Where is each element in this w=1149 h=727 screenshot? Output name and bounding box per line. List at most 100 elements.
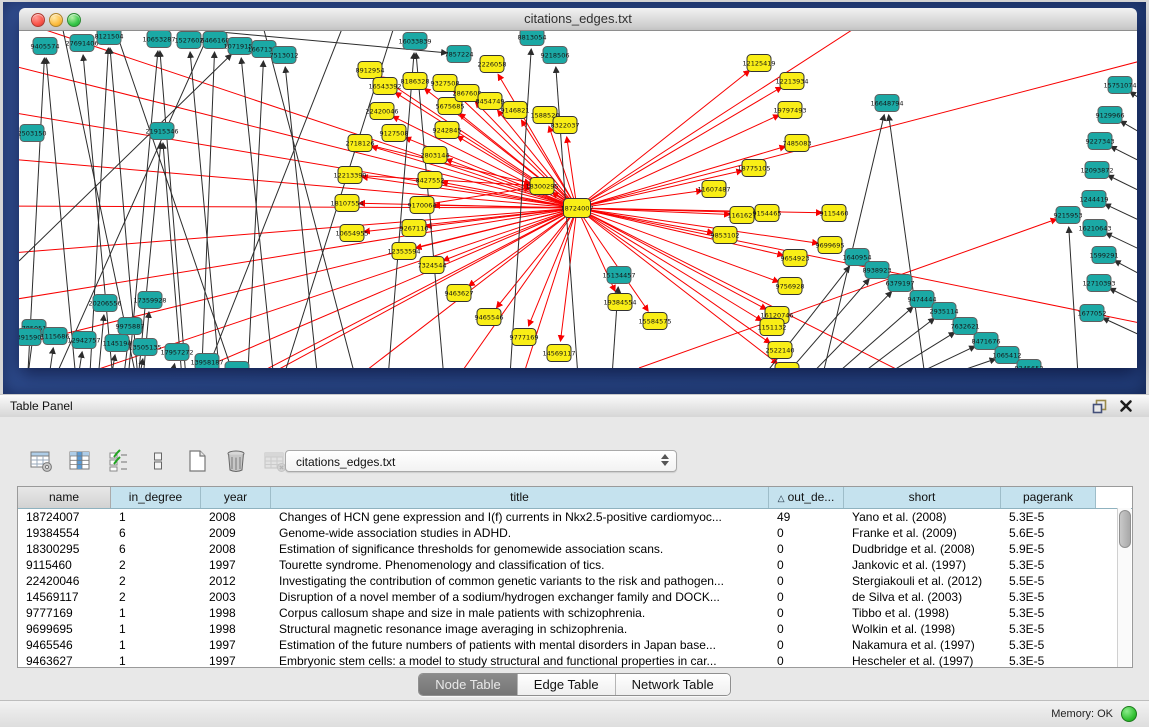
graph-node[interactable]: 1677052 — [1078, 305, 1107, 322]
graph-node[interactable]: 7632621 — [951, 318, 980, 335]
scrollbar-thumb[interactable] — [1119, 510, 1131, 548]
column-stack-icon[interactable] — [145, 448, 171, 474]
table-row[interactable]: 1938455462009Genome-wide association stu… — [18, 525, 1132, 541]
graph-node[interactable]: 12942757 — [67, 332, 100, 349]
network-canvas[interactable]: 9405574276914068121504106532871527602646… — [19, 31, 1137, 368]
column-header-short[interactable]: short — [844, 487, 1001, 508]
graph-node[interactable]: 7485083 — [783, 135, 812, 152]
graph-node[interactable]: 1115686 — [41, 328, 70, 345]
graph-node[interactable]: 13505135 — [128, 339, 161, 356]
graph-node[interactable]: 16033839 — [398, 33, 431, 50]
graph-node[interactable]: 18775105 — [737, 160, 770, 177]
graph-node[interactable]: 9170064 — [408, 197, 437, 214]
graph-node[interactable]: 9756928 — [776, 278, 805, 295]
show-columns-icon[interactable] — [67, 448, 93, 474]
graph-node[interactable]: 8938923 — [863, 262, 892, 279]
table-row[interactable]: 946554611997Estimation of the future num… — [18, 637, 1132, 653]
graph-node[interactable]: 1145194 — [103, 335, 132, 352]
graph-node[interactable]: 8471676 — [972, 333, 1001, 350]
graph-node[interactable]: 391590 — [19, 329, 41, 346]
graph-node[interactable]: 15751074 — [1103, 77, 1136, 94]
column-header-in_degree[interactable]: in_degree — [111, 487, 201, 508]
table-row[interactable]: 969969511998Structural magnetic resonanc… — [18, 621, 1132, 637]
graph-node[interactable]: 9129966 — [1096, 107, 1125, 124]
graph-node[interactable]: 9463627 — [445, 285, 474, 302]
graph-node[interactable]: 9975887 — [116, 318, 145, 335]
graph-node[interactable]: 12710393 — [1082, 275, 1115, 292]
graph-node[interactable]: 1065412 — [993, 347, 1022, 364]
graph-node[interactable]: 10653287 — [142, 31, 175, 48]
graph-node[interactable]: 1527602 — [175, 32, 204, 49]
table-row[interactable]: 1456911722003Disruption of a novel membe… — [18, 589, 1132, 605]
column-header-name[interactable]: name — [18, 487, 111, 508]
graph-node[interactable]: 21915346 — [145, 123, 178, 140]
graph-node[interactable]: 17957272 — [160, 344, 193, 361]
graph-node[interactable]: 16543392 — [368, 78, 401, 95]
graph-node[interactable]: 11607487 — [697, 181, 730, 198]
graph-node[interactable]: 12093872 — [1080, 162, 1113, 179]
graph-node[interactable]: 9115460 — [820, 205, 849, 222]
graph-node[interactable]: 7513012 — [270, 47, 299, 64]
graph-node[interactable]: 9146821 — [501, 102, 530, 119]
graph-node[interactable]: 9699695 — [816, 237, 845, 254]
graph-node[interactable]: 8813054 — [518, 31, 547, 46]
graph-node[interactable]: 9405574 — [31, 38, 60, 55]
new-table-icon[interactable] — [184, 448, 210, 474]
close-panel-icon[interactable] — [1119, 399, 1133, 413]
graph-node[interactable]: 18300295 — [525, 178, 558, 195]
float-panel-icon[interactable] — [1092, 399, 1107, 414]
tab-node-table[interactable]: Node Table — [419, 674, 517, 695]
graph-node[interactable]: 12125419 — [742, 55, 775, 72]
graph-node[interactable]: 8186328 — [401, 73, 430, 90]
column-header-pagerank[interactable]: pagerank — [1001, 487, 1096, 508]
graph-node[interactable]: 8912954 — [356, 62, 385, 79]
graph-node[interactable]: 2718126 — [346, 135, 375, 152]
graph-node[interactable]: 2803144 — [421, 147, 450, 164]
graph-node[interactable]: 8322037 — [551, 117, 580, 134]
graph-node[interactable]: 22420046 — [365, 103, 398, 120]
graph-node[interactable]: 14569117 — [542, 345, 575, 362]
graph-node[interactable]: 12213399 — [333, 167, 366, 184]
graph-node[interactable]: 7857224 — [445, 46, 474, 63]
network-window-titlebar[interactable]: citations_edges.txt — [19, 8, 1137, 31]
graph-node[interactable]: 9227343 — [1086, 133, 1115, 150]
graph-node[interactable]: 8121504 — [95, 31, 124, 45]
table-row[interactable]: 977716911998Corpus callosum shape and si… — [18, 605, 1132, 621]
graph-node[interactable]: 1244419 — [1080, 191, 1109, 208]
table-row[interactable]: 911546021997Tourette syndrome. Phenomeno… — [18, 557, 1132, 573]
graph-node[interactable]: 19384554 — [603, 294, 636, 311]
graph-node[interactable]: 2503150 — [19, 125, 46, 142]
graph-node[interactable]: 12213934 — [775, 73, 808, 90]
delete-table-icon[interactable] — [223, 448, 249, 474]
memory-status-icon[interactable] — [1121, 706, 1137, 722]
graph-node[interactable]: 9242845 — [433, 122, 462, 139]
graph-node[interactable]: 9465546 — [475, 309, 504, 326]
graph-node[interactable]: 18107554 — [330, 195, 363, 212]
graph-node[interactable]: 1733426 — [773, 363, 802, 369]
graph-node[interactable]: 12353594 — [387, 243, 420, 260]
graph-node[interactable]: 9853102 — [711, 227, 740, 244]
graph-node[interactable]: 18724007 — [560, 199, 593, 218]
graph-node[interactable]: 2935114 — [930, 303, 959, 320]
table-row[interactable]: 1872400712008Changes of HCN gene express… — [18, 509, 1132, 525]
table-selector-dropdown[interactable]: citations_edges.txt — [285, 450, 677, 472]
graph-node[interactable]: 16648794 — [870, 95, 903, 112]
table-settings-icon[interactable] — [28, 448, 54, 474]
graph-node[interactable]: 1151132 — [758, 319, 787, 336]
graph-node[interactable]: 9245652 — [1015, 360, 1044, 369]
graph-node[interactable]: 1599291 — [1090, 247, 1119, 264]
graph-node[interactable]: 2226058 — [478, 56, 507, 73]
graph-node[interactable]: 9215953 — [1054, 207, 1083, 224]
graph-node[interactable]: 9654923 — [781, 250, 810, 267]
tab-network-table[interactable]: Network Table — [615, 674, 730, 695]
graph-node[interactable]: 17359928 — [133, 292, 166, 309]
column-header-year[interactable]: year — [201, 487, 271, 508]
table-row[interactable]: 946362711997Embryonic stem cells: a mode… — [18, 653, 1132, 669]
graph-node[interactable]: 9267110 — [400, 220, 429, 237]
table-row[interactable]: 2242004622012Investigating the contribut… — [18, 573, 1132, 589]
graph-node[interactable]: 19797493 — [773, 102, 806, 119]
select-columns-icon[interactable] — [106, 448, 132, 474]
graph-node[interactable]: 9154465 — [753, 205, 782, 222]
column-header-out_de[interactable]: △out_de... — [769, 487, 844, 508]
graph-node[interactable]: 15584575 — [638, 313, 671, 330]
